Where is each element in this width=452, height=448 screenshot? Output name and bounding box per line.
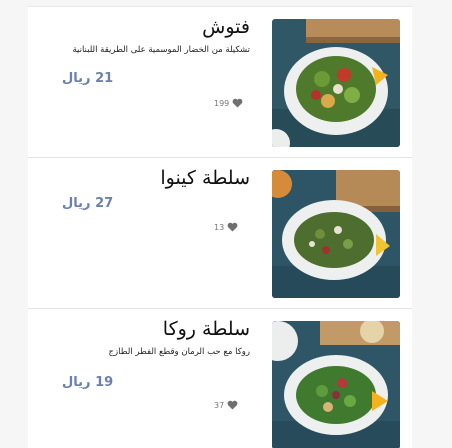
dish-price: 21 ريال bbox=[62, 71, 114, 86]
dish-description: روكا مع حب الرمان وقطع الفطر الطازج bbox=[108, 347, 250, 357]
like-count: 13 bbox=[214, 222, 225, 232]
dish-image[interactable] bbox=[272, 321, 400, 448]
menu-item-fattoush[interactable]: فتوش تشكيلة من الخضار الموسمية على الطري… bbox=[28, 6, 412, 157]
menu-item-quinoa[interactable]: سلطة كينوا 27 ريال 13 bbox=[28, 157, 412, 308]
heart-icon bbox=[227, 400, 238, 410]
like-button[interactable]: 13 bbox=[214, 222, 238, 232]
dish-title: سلطة روكا bbox=[162, 318, 250, 340]
dish-description: تشكيلة من الخضار الموسمية على الطريقة ال… bbox=[72, 45, 250, 55]
dish-price: 27 ريال bbox=[62, 196, 114, 211]
dish-image[interactable] bbox=[272, 19, 400, 147]
dish-title: فتوش bbox=[202, 16, 250, 38]
like-count: 199 bbox=[214, 98, 230, 108]
like-button[interactable]: 37 bbox=[214, 400, 238, 410]
heart-icon bbox=[227, 222, 238, 232]
menu-item-rocca[interactable]: سلطة روكا روكا مع حب الرمان وقطع الفطر ا… bbox=[28, 308, 412, 448]
dish-image[interactable] bbox=[272, 170, 400, 298]
menu-list: فتوش تشكيلة من الخضار الموسمية على الطري… bbox=[28, 6, 412, 448]
like-count: 37 bbox=[214, 400, 225, 410]
heart-icon bbox=[232, 98, 243, 108]
dish-price: 19 ريال bbox=[62, 375, 114, 390]
dish-title: سلطة كينوا bbox=[160, 167, 250, 189]
like-button[interactable]: 199 bbox=[214, 98, 243, 108]
